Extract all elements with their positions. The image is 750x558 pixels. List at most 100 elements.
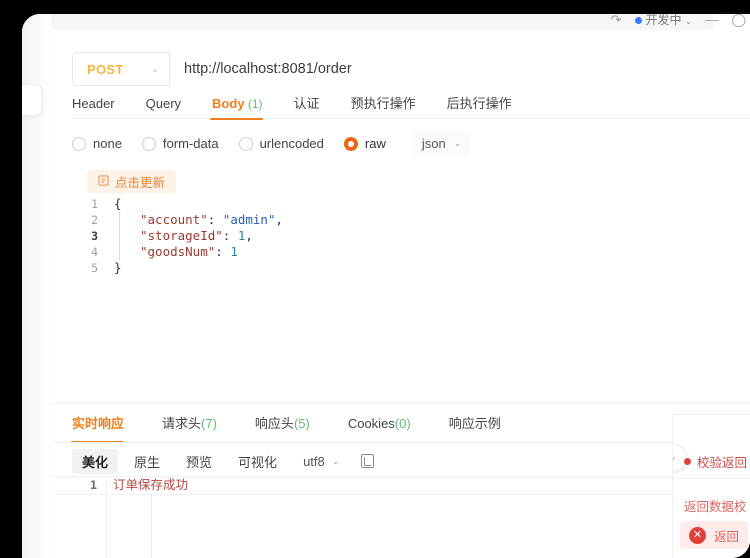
user-avatar-icon[interactable]: ◯ — [731, 14, 746, 28]
body-type-radio-form-data[interactable]: form-data — [141, 136, 219, 151]
response-tab-label: 响应头 — [254, 416, 294, 431]
validation-drawer-header: 校验返回 — [684, 452, 747, 471]
response-tab-请求头[interactable]: 请求头(7) — [162, 411, 217, 441]
editor-line: 1{ — [72, 196, 750, 212]
drawer-top-divider — [673, 414, 750, 415]
response-view-美化[interactable]: 美化 — [72, 448, 119, 474]
response-tab-Cookies[interactable]: Cookies(0) — [348, 411, 411, 441]
copy-icon[interactable] — [361, 454, 375, 468]
minimize-icon[interactable]: — — [705, 14, 718, 27]
response-panel: 实时响应请求头(7)响应头(5)Cookies(0)响应示例 状态: 美化原生预… — [51, 404, 750, 558]
editor-indent-guide: "storageId": 1, — [119, 228, 253, 244]
refresh-doc-icon — [98, 175, 109, 188]
token-comma: , — [275, 212, 284, 227]
radio-circle-icon — [238, 136, 253, 151]
editor-line-number: 5 — [91, 261, 98, 275]
chevron-down-icon: ⌄ — [331, 455, 340, 466]
raw-format-select[interactable]: json ⌄ — [411, 131, 472, 156]
request-url-input[interactable] — [170, 52, 750, 86]
body-type-radio-none[interactable]: none — [72, 136, 122, 151]
token-colon: : — [215, 244, 231, 259]
request-tab-Header[interactable]: Header — [72, 92, 131, 119]
token-key: "account" — [140, 212, 208, 227]
response-tab-label: 实时响应 — [72, 416, 125, 431]
editor-indent-guide: "account": "admin", — [119, 212, 283, 228]
token-key: "goodsNum" — [140, 244, 216, 259]
editor-line-code: "goodsNum": 1 — [112, 244, 238, 260]
response-indent-line — [151, 494, 152, 558]
request-tab-认证[interactable]: 认证 — [294, 92, 336, 119]
editor-line-number: 4 — [91, 245, 98, 259]
undo-icon[interactable]: ↷ — [611, 14, 622, 28]
response-gutter-line — [106, 477, 107, 558]
top-bar-right-controls: ↷ 开发中 ⌄ — ◯ — [611, 14, 746, 28]
left-rail — [22, 14, 51, 558]
editor-line-code: } — [112, 260, 122, 276]
request-tab-label: Header — [72, 95, 115, 111]
radio-circle-icon — [343, 136, 358, 151]
app-window-card: 分类设计转曲接口前缀建立场mock已分享新建接口 ↷ 开发中 ⌄ — ◯ POS… — [22, 14, 750, 558]
editor-line-code: { — [112, 196, 122, 212]
request-tab-后执行操作[interactable]: 后执行操作 — [447, 92, 528, 119]
click-update-button[interactable]: 点击更新 — [87, 170, 177, 193]
response-tab-label: Cookies — [347, 416, 395, 431]
radio-circle-icon — [141, 136, 156, 151]
response-tab-count: (7) — [201, 416, 217, 431]
validation-drawer-subtitle: 返回数据校 — [684, 500, 747, 514]
body-type-label: form-data — [162, 136, 219, 151]
left-rail-tab-handle[interactable] — [22, 84, 42, 116]
response-view-可视化[interactable]: 可视化 — [228, 449, 287, 474]
request-tab-Body[interactable]: Body (1) — [210, 92, 279, 120]
token-colon: : — [207, 212, 223, 227]
http-method-select[interactable]: POST ⌄ — [72, 52, 170, 86]
chevron-down-icon: ⌄ — [453, 138, 462, 148]
request-tab-预执行操作[interactable]: 预执行操作 — [351, 92, 432, 119]
editor-line: 4 "goodsNum": 1 — [72, 244, 750, 260]
request-tabs: Header Query Body (1) 认证 预执行操作 后执行操作 — [72, 92, 750, 120]
editor-line-number: 2 — [91, 213, 98, 227]
response-tab-响应头[interactable]: 响应头(5) — [255, 411, 310, 441]
request-tab-label: Body — [212, 95, 245, 111]
request-tab-Query[interactable]: Query — [146, 92, 197, 119]
response-encoding-label: utf8 — [303, 453, 325, 469]
response-tabs-divider — [51, 442, 750, 443]
editor-line-number: 1 — [91, 197, 98, 211]
response-line-number: 1 — [90, 478, 97, 492]
token-brace: } — [114, 260, 122, 275]
response-tab-count: (5) — [293, 416, 310, 431]
editor-line: 5} — [72, 260, 750, 276]
chevron-down-icon: ⌄ — [684, 16, 693, 26]
response-encoding-select[interactable]: utf8 ⌄ — [295, 451, 347, 472]
body-type-radio-raw[interactable]: raw — [343, 136, 386, 151]
validation-error-chip-label: 返回 — [714, 529, 740, 544]
dev-status-indicator[interactable]: 开发中 ⌄ — [634, 14, 693, 28]
response-view-预览[interactable]: 预览 — [176, 449, 222, 474]
request-tab-label: 后执行操作 — [446, 95, 512, 111]
body-type-radio-urlencoded[interactable]: urlencoded — [238, 136, 324, 151]
body-type-label: urlencoded — [259, 136, 324, 151]
token-num: 1 — [230, 244, 238, 259]
request-url-row: POST ⌄ — [72, 52, 750, 86]
request-tab-label: 预执行操作 — [350, 95, 416, 111]
editor-line: 3 "storageId": 1, — [72, 228, 750, 244]
response-body-viewer[interactable]: 1 订单保存成功 — [51, 477, 750, 558]
response-tab-count: (0) — [394, 416, 411, 431]
token-colon: : — [222, 228, 238, 243]
dev-status-label: 开发中 — [645, 14, 682, 27]
response-view-原生[interactable]: 原生 — [124, 449, 170, 474]
request-body-editor[interactable]: 1{2 "account": "admin", 3 "storageId": 1, 4 "… — [72, 196, 750, 401]
request-tab-count: (1) — [244, 96, 263, 111]
token-str: "admin" — [222, 212, 276, 227]
response-body-line: 1 订单保存成功 — [51, 477, 750, 494]
response-tab-响应示例[interactable]: 响应示例 — [449, 411, 501, 441]
validation-error-chip[interactable]: ✕ 返回 — [680, 521, 749, 549]
request-tab-label: Query — [145, 95, 182, 111]
raw-format-label: json — [421, 136, 446, 151]
radio-circle-icon — [72, 136, 86, 151]
editor-line-code: "storageId": 1, — [112, 228, 253, 244]
response-tab-实时响应[interactable]: 实时响应 — [70, 411, 125, 443]
response-view-toolbar: 美化 原生 预览 可视化 utf8 ⌄ — [72, 448, 375, 474]
chevron-down-icon: ⌄ — [150, 63, 159, 75]
validation-drawer-title: 校验返回 — [697, 456, 748, 470]
http-method-label: POST — [87, 61, 124, 77]
